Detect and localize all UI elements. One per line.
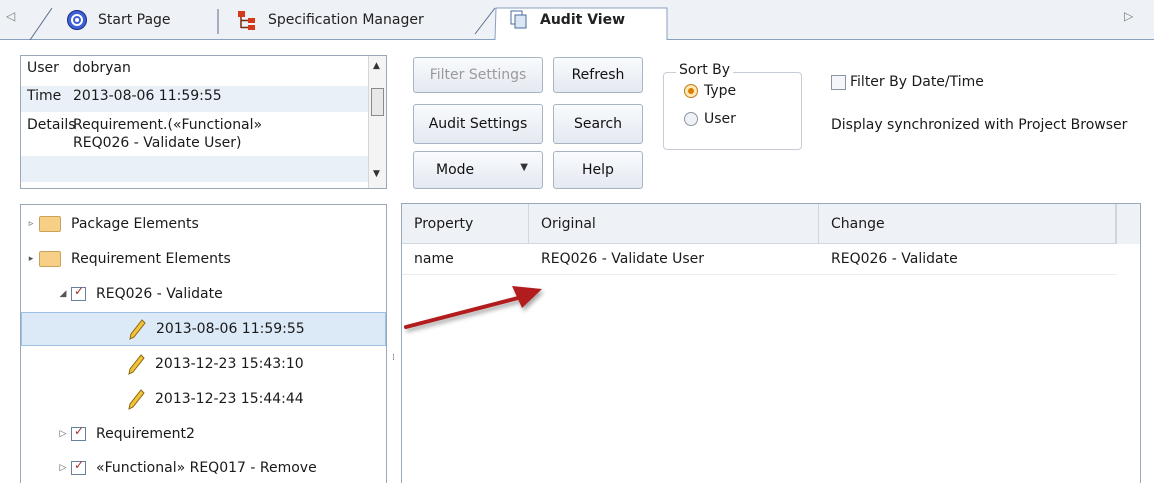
details-line-1: Requirement.(«Functional» [73,117,263,133]
sort-by-legend: Sort By [676,62,734,78]
user-label: User [27,60,59,76]
start-page-icon [67,10,87,30]
sort-by-group: Sort By Type User [663,62,802,150]
time-row: Time 2013-08-06 11:59:55 [21,86,368,112]
audit-settings-label: Audit Settings [428,116,528,132]
details-line-2: REQ026 - Validate User) [73,135,242,151]
expand-icon[interactable]: ▹ [23,219,39,229]
collapse-icon[interactable]: ◢ [55,289,71,299]
help-button[interactable]: Help [553,151,643,189]
audit-change-grid: Property Original Change name REQ026 - V… [401,203,1141,483]
scrollbar-thumb[interactable] [371,88,384,116]
cell-property: name [414,251,454,267]
tree-node-label: REQ026 - Validate [96,286,223,302]
audit-details-panel: User dobryan Time 2013-08-06 11:59:55 De… [20,55,387,189]
tree-node-label: 2013-08-06 11:59:55 [156,321,305,337]
mode-dropdown-button[interactable]: Mode ▼ [413,151,543,189]
tree-node-requirement2[interactable]: ▷ Requirement2 [55,417,195,451]
expand-icon[interactable]: ▷ [55,463,71,473]
filter-settings-label: Filter Settings [429,67,527,83]
tab-label: Start Page [98,12,171,28]
column-header-label: Change [831,216,885,232]
pencil-icon [128,354,145,375]
tab-audit-view[interactable]: Audit View [508,0,625,40]
column-header-label: Original [541,216,596,232]
sort-type-radio[interactable]: Type [684,83,736,99]
search-button[interactable]: Search [553,104,643,144]
audit-view-icon [510,10,527,29]
tree-node-audit-entry-2[interactable]: 2013-12-23 15:43:10 [127,347,304,381]
refresh-button[interactable]: Refresh [553,57,643,93]
tree-node-label: Requirement2 [96,426,195,442]
tab-start-page[interactable]: Start Page [66,0,171,40]
sort-user-label: User [704,111,736,127]
panel-splitter[interactable]: ⁞ [392,354,395,363]
column-header-property[interactable]: Property [402,204,529,244]
column-header-change[interactable]: Change [819,204,1116,244]
search-label: Search [573,116,623,132]
tree-node-label: 2013-12-23 15:44:44 [155,391,304,407]
help-label: Help [582,162,614,178]
details-row: Details Requirement.(«Functional» REQ026… [21,116,368,152]
sync-note: Display synchronized with Project Browse… [831,117,1128,133]
radio-selected-icon [684,84,698,98]
document-tab-bar: ◁ Start Page Specification Manager Audit [0,0,1154,40]
audit-tree: ▹ Package Elements ▸ Requirement Element… [20,204,387,483]
user-row: User dobryan [21,60,368,76]
sort-user-radio[interactable]: User [684,111,736,127]
tab-specification-manager[interactable]: Specification Manager [236,0,424,40]
details-label: Details [27,117,76,133]
expand-icon[interactable]: ▷ [55,429,71,439]
tree-node-label: Package Elements [71,216,199,232]
requirement-icon [71,458,86,475]
grid-scrollbar-corner [1116,204,1140,244]
specification-icon [238,11,255,30]
audit-settings-button[interactable]: Audit Settings [413,104,543,144]
pencil-icon [128,389,145,410]
folder-icon [39,216,61,232]
tree-node-audit-entry-1[interactable]: 2013-08-06 11:59:55 [21,312,386,346]
time-label: Time [27,88,62,104]
tree-node-audit-entry-3[interactable]: 2013-12-23 15:44:44 [127,382,304,416]
requirement-icon [71,284,86,301]
tab-scroll-right-icon[interactable]: ▷ [1124,9,1133,23]
radio-unselected-icon [684,112,698,126]
tree-node-label: «Functional» REQ017 - Remove [96,460,317,476]
mode-label: Mode [436,162,475,178]
tree-node-req026[interactable]: ◢ REQ026 - Validate [55,277,223,311]
refresh-label: Refresh [571,67,625,83]
scroll-down-icon[interactable]: ▼ [373,169,380,179]
tree-node-requirement-elements[interactable]: ▸ Requirement Elements [23,242,231,276]
filter-by-date-checkbox[interactable]: Filter By Date/Time [831,74,984,90]
collapse-icon[interactable]: ▸ [23,254,39,264]
column-header-label: Property [414,216,474,232]
tree-node-package-elements[interactable]: ▹ Package Elements [23,207,199,241]
chevron-down-icon: ▼ [520,162,528,173]
requirement-icon [71,424,86,441]
cell-original: REQ026 - Validate User [541,251,705,267]
folder-icon [39,251,61,267]
scroll-up-icon[interactable]: ▲ [373,61,380,71]
checkbox-icon [831,74,846,90]
empty-row [21,156,368,182]
time-value: 2013-08-06 11:59:55 [73,88,222,104]
filter-by-date-label: Filter By Date/Time [850,74,984,90]
pencil-icon [129,319,146,340]
sort-type-label: Type [704,83,737,99]
user-value: dobryan [73,60,131,76]
cell-change: REQ026 - Validate [831,251,958,267]
filter-settings-button[interactable]: Filter Settings [413,57,543,93]
grid-header: Property Original Change [402,204,1140,244]
tree-node-label: Requirement Elements [71,251,231,267]
column-header-original[interactable]: Original [529,204,819,244]
tree-node-label: 2013-12-23 15:43:10 [155,356,304,372]
details-scrollbar[interactable]: ▲ ▼ [368,56,386,188]
tree-node-req017[interactable]: ▷ «Functional» REQ017 - Remove [55,451,317,483]
details-value: Requirement.(«Functional» REQ026 - Valid… [73,116,368,152]
tab-label: Specification Manager [268,12,424,28]
annotation-arrow-icon [404,286,542,329]
tab-label: Audit View [540,12,626,28]
